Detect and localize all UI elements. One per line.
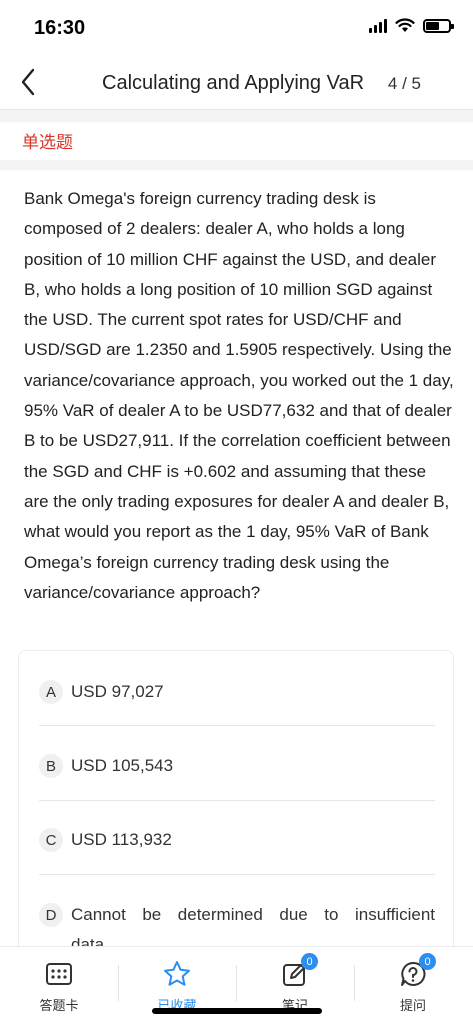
status-time: 16:30 bbox=[34, 17, 86, 39]
option-b[interactable]: B USD 105,543 bbox=[39, 754, 435, 778]
tab-notes[interactable]: 0 笔记 bbox=[236, 947, 354, 1017]
option-text: Cannot be determined due to insufficient bbox=[71, 905, 435, 924]
question-progress: 4 / 5 bbox=[387, 74, 421, 93]
star-icon bbox=[162, 959, 192, 989]
tab-favorites[interactable]: 已收藏 bbox=[118, 947, 236, 1017]
answer-card-icon bbox=[44, 959, 74, 989]
status-bar: 16:30 bbox=[0, 0, 473, 56]
ask-badge: 0 bbox=[419, 953, 436, 970]
options-card: A USD 97,027 B USD 105,543 C USD 113,932… bbox=[18, 650, 454, 990]
divider bbox=[39, 800, 435, 801]
tab-label: 答题卡 bbox=[39, 998, 79, 1013]
divider bbox=[0, 110, 473, 122]
option-a[interactable]: A USD 97,027 bbox=[39, 680, 435, 704]
option-letter: B bbox=[39, 754, 63, 778]
home-indicator bbox=[152, 1008, 322, 1014]
tab-ask[interactable]: 0 提问 bbox=[354, 947, 472, 1017]
option-letter: C bbox=[39, 828, 63, 852]
option-text: USD 113,932 bbox=[71, 830, 172, 849]
option-d[interactable]: D Cannot be determined due to insufficie… bbox=[39, 903, 435, 927]
option-letter: D bbox=[39, 903, 63, 927]
divider bbox=[0, 160, 473, 170]
option-c[interactable]: C USD 113,932 bbox=[39, 828, 435, 852]
tab-label: 提问 bbox=[399, 998, 426, 1013]
notes-badge: 0 bbox=[301, 953, 318, 970]
nav-bar: Calculating and Applying VaR 4 / 5 bbox=[0, 56, 473, 110]
signal-icon bbox=[369, 18, 387, 33]
page-title: Calculating and Applying VaR bbox=[102, 72, 365, 94]
question-type-label: 单选题 bbox=[22, 133, 73, 152]
question-icon: 0 bbox=[398, 953, 436, 989]
option-text: USD 97,027 bbox=[71, 682, 164, 701]
divider bbox=[39, 725, 435, 726]
option-letter: A bbox=[39, 680, 63, 704]
status-icons bbox=[369, 18, 454, 33]
tab-answer-card[interactable]: 答题卡 bbox=[0, 947, 118, 1017]
question-text: Bank Omega's foreign currency trading de… bbox=[24, 189, 454, 602]
note-icon: 0 bbox=[280, 953, 318, 989]
chevron-left-icon bbox=[21, 68, 35, 96]
battery-icon bbox=[423, 18, 454, 33]
wifi-icon bbox=[395, 18, 415, 32]
back-button[interactable] bbox=[10, 64, 46, 100]
divider bbox=[39, 874, 435, 875]
option-text: USD 105,543 bbox=[71, 756, 174, 775]
